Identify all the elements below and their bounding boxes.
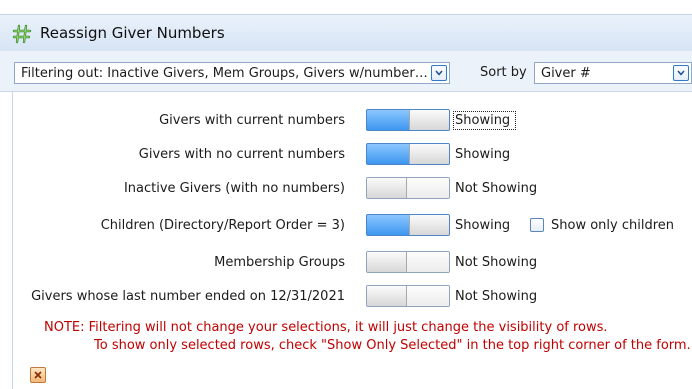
status-last-number-ended: Not Showing (455, 289, 538, 304)
toggle-children[interactable] (366, 214, 450, 236)
sort-by-dropdown[interactable]: Giver # (534, 62, 692, 84)
close-icon (34, 371, 42, 379)
row-label-membership-groups: Membership Groups (214, 255, 345, 270)
chevron-down-icon (677, 70, 685, 76)
row-label-inactive-givers: Inactive Givers (with no numbers) (123, 181, 345, 196)
show-only-children-checkbox[interactable] (530, 218, 544, 232)
chevron-down-icon (435, 70, 443, 76)
toggle-knob (367, 252, 407, 272)
close-button[interactable] (30, 367, 46, 383)
row-label-children: Children (Directory/Report Order = 3) (100, 218, 345, 233)
row-label-current-numbers: Givers with current numbers (159, 113, 345, 128)
toggle-knob (367, 286, 407, 306)
title-bar: Reassign Giver Numbers (0, 14, 692, 52)
toggle-knob (409, 144, 449, 164)
filter-bar: Filtering out: Inactive Givers, Mem Grou… (0, 51, 692, 92)
hash-icon (12, 24, 32, 44)
toggle-knob (409, 215, 449, 235)
toggle-inactive-givers[interactable] (366, 177, 450, 199)
filter-dropdown-button[interactable] (431, 65, 447, 81)
window-title: Reassign Giver Numbers (40, 24, 225, 42)
filter-dropdown[interactable]: Filtering out: Inactive Givers, Mem Grou… (14, 62, 450, 84)
row-label-no-current-numbers: Givers with no current numbers (138, 147, 345, 162)
note-line-1: NOTE: Filtering will not change your sel… (44, 320, 608, 335)
status-inactive-givers: Not Showing (455, 181, 538, 196)
sort-by-label: Sort by (480, 65, 527, 80)
status-current-numbers: Showing (452, 111, 517, 130)
toggle-current-numbers[interactable] (366, 109, 450, 131)
toggle-knob (409, 110, 449, 130)
sort-dropdown-button[interactable] (673, 65, 689, 81)
status-no-current-numbers: Showing (455, 147, 511, 162)
sort-by-value: Giver # (541, 66, 591, 81)
filter-options-panel: Givers with current numbers Showing Give… (12, 92, 692, 389)
note-line-2: To show only selected rows, check "Show … (94, 338, 691, 353)
status-children: Showing (455, 218, 511, 233)
row-label-last-number-ended: Givers whose last number ended on 12/31/… (31, 289, 345, 304)
filter-dropdown-value: Filtering out: Inactive Givers, Mem Grou… (21, 66, 428, 81)
toggle-no-current-numbers[interactable] (366, 143, 450, 165)
toggle-last-number-ended[interactable] (366, 285, 450, 307)
toggle-membership-groups[interactable] (366, 251, 450, 273)
status-membership-groups: Not Showing (455, 255, 538, 270)
show-only-children-label[interactable]: Show only children (551, 218, 674, 233)
toggle-knob (367, 178, 407, 198)
